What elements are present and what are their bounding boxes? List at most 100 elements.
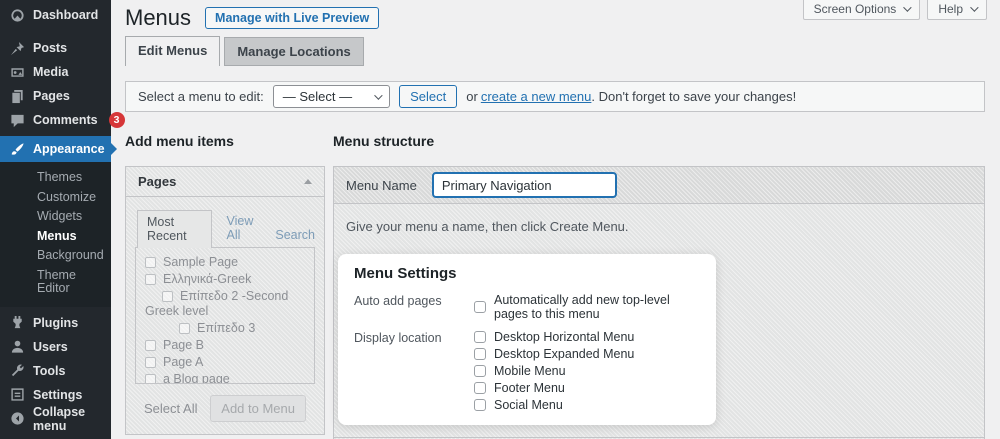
- checkbox[interactable]: [145, 357, 156, 368]
- submenu-item-widgets[interactable]: Widgets: [0, 207, 111, 227]
- menu-select-value: — Select —: [283, 89, 352, 104]
- menu-select-dropdown[interactable]: — Select —: [273, 85, 390, 108]
- checkbox[interactable]: [162, 291, 173, 302]
- active-item-arrow: [111, 143, 117, 155]
- page-item-label: Page A: [163, 355, 203, 369]
- help-button[interactable]: Help: [927, 0, 987, 20]
- checkbox[interactable]: [474, 331, 486, 343]
- location-option: Mobile Menu: [474, 364, 634, 378]
- menu-name-input[interactable]: [432, 172, 617, 198]
- menu-settings-card: Menu Settings Auto add pages Automatical…: [338, 254, 716, 425]
- sidebar-item-plugins[interactable]: Plugins: [0, 311, 111, 335]
- sidebar-item-tools[interactable]: Tools: [0, 359, 111, 383]
- checkbox[interactable]: [474, 399, 486, 411]
- save-changes-note: . Don't forget to save your changes!: [591, 89, 796, 104]
- checkbox[interactable]: [145, 274, 156, 285]
- tab-most-recent[interactable]: Most Recent: [137, 210, 212, 248]
- page-item-label: Sample Page: [163, 255, 238, 269]
- location-option: Desktop Horizontal Menu: [474, 330, 634, 344]
- menu-structure-column: Menu structure Menu Name Give your menu …: [333, 133, 985, 439]
- pages-checklist: Sample Page Ελληνικά-Greek Επίπεδο 2 -Se…: [135, 247, 315, 384]
- sidebar-item-label: Tools: [33, 364, 65, 378]
- create-new-menu-link[interactable]: create a new menu: [481, 89, 592, 104]
- appearance-icon: [10, 142, 25, 157]
- page-item-label: Επίπεδο 3: [197, 321, 255, 335]
- pages-accordion-title: Pages: [138, 174, 176, 189]
- select-menu-bar: Select a menu to edit: — Select — Select…: [125, 81, 985, 112]
- checkbox[interactable]: [474, 365, 486, 377]
- page-item-label: Ελληνικά-Greek: [163, 272, 251, 286]
- auto-add-pages-label: Auto add pages: [354, 293, 474, 321]
- sidebar-item-label: Plugins: [33, 316, 78, 330]
- checkbox[interactable]: [474, 348, 486, 360]
- submenu-item-menus[interactable]: Menus: [0, 227, 111, 247]
- location-option-label: Desktop Expanded Menu: [494, 347, 634, 361]
- sidebar-item-label: Users: [33, 340, 68, 354]
- chevron-down-icon: [970, 3, 978, 11]
- display-location-options: Desktop Horizontal Menu Desktop Expanded…: [474, 330, 634, 412]
- select-button[interactable]: Select: [399, 85, 457, 108]
- menu-name-row: Menu Name: [334, 167, 984, 204]
- tab-view-all[interactable]: View All: [227, 214, 261, 248]
- page-checkbox-item: Page B: [136, 337, 314, 354]
- comments-icon: [10, 113, 25, 128]
- sidebar-item-dashboard[interactable]: Dashboard: [0, 3, 111, 27]
- media-icon: [10, 65, 25, 80]
- page-item-label: a Blog page: [163, 372, 230, 384]
- pages-accordion-header[interactable]: Pages: [126, 167, 324, 197]
- page-checkbox-item: Ελληνικά-Greek: [136, 271, 314, 288]
- sidebar-item-label: Dashboard: [33, 8, 98, 22]
- sidebar-item-label: Settings: [33, 388, 82, 402]
- submenu-item-customize[interactable]: Customize: [0, 188, 111, 208]
- submenu-item-themes[interactable]: Themes: [0, 168, 111, 188]
- select-menu-label: Select a menu to edit:: [138, 89, 264, 104]
- display-location-label: Display location: [354, 330, 474, 412]
- sidebar-item-label: Collapse menu: [33, 405, 101, 433]
- sidebar-item-pages[interactable]: Pages: [0, 84, 111, 108]
- checkbox[interactable]: [145, 340, 156, 351]
- plugin-icon: [10, 315, 25, 330]
- location-option: Footer Menu: [474, 381, 634, 395]
- sidebar-item-label: Comments: [33, 113, 98, 127]
- manage-live-preview-button[interactable]: Manage with Live Preview: [205, 7, 379, 29]
- collapse-up-icon: [304, 179, 312, 184]
- sidebar-item-appearance[interactable]: Appearance: [0, 136, 111, 162]
- page-checkbox-item: Επίπεδο 3: [136, 320, 314, 337]
- checkbox[interactable]: [474, 301, 486, 313]
- nav-tabs: Edit Menus Manage Locations: [125, 36, 1000, 66]
- screen-options-button[interactable]: Screen Options: [803, 0, 921, 20]
- tab-edit-menus[interactable]: Edit Menus: [125, 36, 220, 66]
- checkbox[interactable]: [145, 257, 156, 268]
- add-menu-items-column: Add menu items Pages Most Recent View Al…: [125, 133, 325, 439]
- sidebar-item-label: Posts: [33, 41, 67, 55]
- page-checkbox-item: Sample Page: [136, 254, 314, 271]
- submenu-item-theme-editor[interactable]: Theme Editor: [0, 266, 111, 299]
- sidebar-item-label: Media: [33, 65, 68, 79]
- page-title: Menus: [125, 6, 191, 30]
- select-all-link[interactable]: Select All: [144, 401, 197, 416]
- sidebar-item-collapse-menu[interactable]: Collapse menu: [0, 407, 111, 431]
- menu-structure-body: Give your menu a name, then click Create…: [334, 204, 984, 437]
- sidebar-item-comments[interactable]: Comments 3: [0, 108, 111, 132]
- sidebar-item-settings[interactable]: Settings: [0, 383, 111, 407]
- auto-add-pages-option-label: Automatically add new top-level pages to…: [494, 293, 700, 321]
- tab-manage-locations[interactable]: Manage Locations: [224, 37, 363, 66]
- chevron-down-icon: [903, 3, 911, 11]
- add-to-menu-button[interactable]: Add to Menu: [210, 395, 306, 422]
- checkbox[interactable]: [474, 382, 486, 394]
- page-item-label: Page B: [163, 338, 204, 352]
- screen-meta-toggles: Screen Options Help: [803, 0, 987, 20]
- checkbox[interactable]: [145, 374, 156, 384]
- menu-instruction-text: Give your menu a name, then click Create…: [346, 219, 972, 234]
- auto-add-pages-option: Automatically add new top-level pages to…: [474, 293, 700, 321]
- sidebar-item-posts[interactable]: Posts: [0, 36, 111, 60]
- pages-accordion: Pages Most Recent View All Search Sample…: [125, 166, 325, 435]
- tab-search[interactable]: Search: [275, 228, 315, 248]
- menu-structure-heading: Menu structure: [333, 133, 985, 150]
- submenu-item-background[interactable]: Background: [0, 246, 111, 266]
- pages-filter-tabs: Most Recent View All Search: [137, 210, 315, 248]
- sidebar-item-media[interactable]: Media: [0, 60, 111, 84]
- checkbox[interactable]: [179, 323, 190, 334]
- sidebar-item-users[interactable]: Users: [0, 335, 111, 359]
- wrench-icon: [10, 363, 25, 378]
